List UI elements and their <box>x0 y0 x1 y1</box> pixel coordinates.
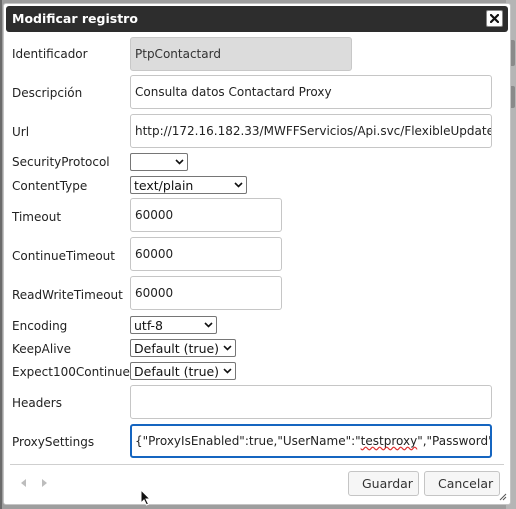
keep-alive-label: KeepAlive <box>12 342 72 356</box>
identificador-value: PtpContactard <box>135 47 221 61</box>
descripcion-value: Consulta datos Contactard Proxy <box>135 85 332 99</box>
save-button-label: Guardar <box>362 476 413 491</box>
content-type-value: text/plain <box>134 177 194 193</box>
close-icon <box>490 14 499 23</box>
chevron-down-icon <box>223 368 232 374</box>
expect100continue-label: Expect100Continue <box>12 365 130 379</box>
dialog-title: Modificar registro <box>12 11 138 26</box>
headers-label: Headers <box>12 396 62 410</box>
url-field[interactable]: http://172.16.182.33/MWFFServicios/Api.s… <box>130 114 492 148</box>
dialog-titlebar[interactable]: Modificar registro <box>6 6 508 32</box>
expect100continue-select[interactable]: Default (true) <box>130 362 236 380</box>
proxy-settings-label: ProxySettings <box>12 435 95 449</box>
encoding-select[interactable]: utf-8 <box>130 316 217 334</box>
content-type-label: ContentType <box>12 179 88 193</box>
timeout-value: 60000 <box>135 208 174 222</box>
chevron-right-icon <box>41 478 47 487</box>
identificador-label: Identificador <box>12 47 88 61</box>
identificador-field: PtpContactard <box>130 37 352 71</box>
save-button[interactable]: Guardar <box>348 471 419 496</box>
descripcion-field[interactable]: Consulta datos Contactard Proxy <box>130 75 492 109</box>
read-write-timeout-field[interactable]: 60000 <box>130 276 282 310</box>
next-record-button[interactable] <box>36 475 51 490</box>
continue-timeout-value: 60000 <box>135 247 174 261</box>
mouse-cursor-icon <box>140 489 152 506</box>
chevron-down-icon <box>223 345 232 351</box>
url-value: http://172.16.182.33/MWFFServicios/Api.s… <box>135 124 492 138</box>
proxy-settings-value-mid: ","Password":" <box>417 434 490 448</box>
headers-field[interactable] <box>130 385 492 419</box>
security-protocol-label: SecurityProtocol <box>12 155 110 169</box>
keep-alive-value: Default (true) <box>134 340 220 356</box>
resize-grip-icon[interactable] <box>499 493 507 501</box>
chevron-down-icon <box>175 159 184 165</box>
content-type-select[interactable]: text/plain <box>130 176 247 194</box>
edit-record-dialog: Modificar registro Identificador PtpCont… <box>3 3 511 505</box>
chevron-down-icon <box>204 322 213 328</box>
read-write-timeout-value: 60000 <box>135 286 174 300</box>
cancel-button-label: Cancelar <box>438 476 494 491</box>
previous-record-button[interactable] <box>16 475 31 490</box>
background-window-edge <box>0 0 2 509</box>
security-protocol-select[interactable] <box>130 153 188 171</box>
continue-timeout-field[interactable]: 60000 <box>130 237 282 271</box>
encoding-value: utf-8 <box>134 317 164 333</box>
url-label: Url <box>12 125 30 139</box>
proxy-settings-field[interactable]: {"ProxyIsEnabled":true,"UserName":" testp… <box>130 424 492 458</box>
close-button[interactable] <box>486 10 503 27</box>
expect100continue-value: Default (true) <box>134 363 220 379</box>
encoding-label: Encoding <box>12 319 68 333</box>
proxy-settings-value-prefix: {"ProxyIsEnabled":true,"UserName":" <box>135 434 361 448</box>
continue-timeout-label: ContinueTimeout <box>12 249 115 263</box>
read-write-timeout-label: ReadWriteTimeout <box>12 288 123 302</box>
chevron-left-icon <box>20 478 26 487</box>
timeout-field[interactable]: 60000 <box>130 198 282 232</box>
footer-divider <box>10 464 504 465</box>
timeout-label: Timeout <box>12 210 62 224</box>
cancel-button[interactable]: Cancelar <box>424 471 500 496</box>
proxy-settings-value-user: testproxy <box>360 434 418 448</box>
keep-alive-select[interactable]: Default (true) <box>130 339 236 357</box>
chevron-down-icon <box>234 182 243 188</box>
descripcion-label: Descripción <box>12 86 83 100</box>
